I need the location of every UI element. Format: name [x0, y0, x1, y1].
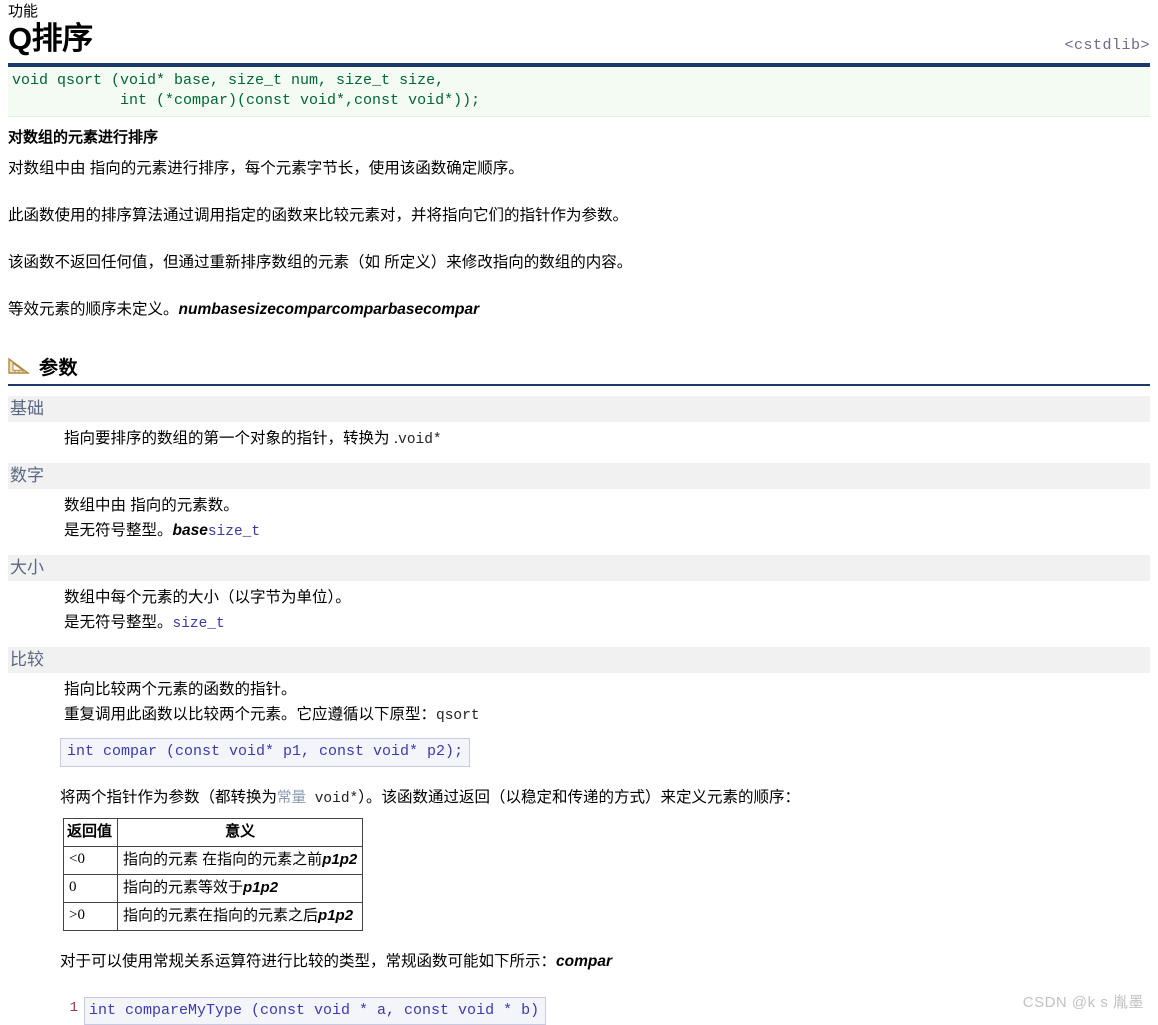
param-name-compar: 比较 — [8, 647, 1150, 673]
param-desc-base-code: void* — [398, 432, 442, 448]
param-desc-num-italic: base — [172, 522, 208, 539]
breadcrumb-kicker: 功能 — [8, 3, 39, 20]
compar-prototype-code: int compar (const void* p1, const void* … — [60, 738, 471, 767]
title-row: Q排序 <cstdlib> — [8, 22, 1150, 58]
parameters-section-header: 参数 — [8, 352, 1150, 380]
param-desc-base: 指向要排序的数组的第一个对象的指针，转换为 .void* — [8, 422, 1150, 453]
closing-paragraph-text: 对于可以使用常规关系运算符进行比较的类型，常规函数可能如下所示： — [60, 953, 557, 970]
signature-line-2: int (*compar)(const void*,const void*)); — [12, 92, 481, 109]
header-include-label: <cstdlib> — [1064, 37, 1150, 54]
overview-paragraph-4: 等效元素的顺序未定义。numbasesizecomparcomparbaseco… — [8, 298, 1150, 322]
param-name-num: 数字 — [8, 463, 1150, 489]
table-row: <0 指向的元素 在指向的元素之前p1p2 — [62, 846, 364, 875]
param-desc-size-code: size_t — [172, 616, 225, 632]
param-desc-base-line-1: 指向要排序的数组的第一个对象的指针，转换为 .void* — [64, 426, 1150, 453]
table-cell-meaning: 指向的元素在指向的元素之后p1p2 — [117, 902, 364, 931]
closing-paragraph-italic: compar — [556, 953, 613, 970]
page-title: Q排序 — [8, 21, 93, 56]
param-desc-num-text: 是无符号整型。 — [64, 522, 173, 539]
param-desc-compar-code: qsort — [436, 708, 480, 724]
param-desc-compar-line-1: 指向比较两个元素的函数的指针。 — [64, 681, 297, 698]
param-desc-num-code: size_t — [207, 524, 261, 540]
code-listing-line-number: 1 — [69, 1000, 78, 1016]
signature-line-1: void qsort (void* base, size_t num, size… — [12, 72, 445, 89]
overview-paragraph-4-italic: numbasesizecomparcomparbasecompar — [178, 301, 480, 318]
compar-desc-part2: ）。该函数通过返回（以稳定和传递的方式）来定义元素的顺序： — [358, 789, 800, 806]
overview-paragraph-4-text: 等效元素的顺序未定义。 — [8, 301, 179, 318]
param-desc-base-text: 指向要排序的数组的第一个对象的指针，转换为 . — [64, 430, 399, 447]
table-row: >0 指向的元素在指向的元素之后p1p2 — [62, 902, 364, 931]
overview-paragraph-3: 该函数不返回任何值，但通过重新排序数组的元素（如 所定义）来修改指向的数组的内容… — [8, 254, 633, 271]
table-header-row: 返回值 意义 — [62, 818, 364, 847]
compar-desc-code-voidptr: void* — [306, 791, 359, 807]
return-value-table: 返回值 意义 <0 指向的元素 在指向的元素之前p1p2 0 指向的元素等效于p… — [62, 818, 364, 931]
table-cell-meaning: 指向的元素 在指向的元素之前p1p2 — [117, 846, 364, 875]
parameters-section-divider — [8, 384, 1150, 386]
param-desc-compar: 指向比较两个元素的函数的指针。 重复调用此函数以比较两个元素。它应遵循以下原型：… — [8, 673, 1150, 729]
param-desc-num-line-2: 是无符号整型。basesize_t — [64, 518, 1150, 545]
ruler-triangle-icon — [8, 357, 31, 375]
table-cell-meaning: 指向的元素等效于p1p2 — [117, 874, 364, 903]
compar-description-paragraph: 将两个指针作为参数（都转换为常量 void*）。该函数通过返回（以稳定和传递的方… — [8, 785, 1150, 812]
table-header-meaning: 意义 — [117, 818, 364, 847]
table-cell-meaning-text: 指向的元素在指向的元素之后 — [123, 907, 319, 924]
table-header-return-value: 返回值 — [62, 818, 119, 847]
table-cell-meaning-text: 指向的元素等效于 — [123, 879, 244, 896]
table-cell-return-value: <0 — [62, 846, 119, 875]
param-name-size: 大小 — [8, 555, 1150, 581]
csdn-watermark: CSDN @k s 胤墨 — [1022, 994, 1144, 1011]
overview-paragraph-2: 此函数使用的排序算法通过调用指定的函数来比较元素对，并将指向它们的指针作为参数。 — [8, 207, 629, 224]
param-desc-compar-text: 重复调用此函数以比较两个元素。它应遵循以下原型： — [64, 706, 437, 723]
param-name-base: 基础 — [8, 396, 1150, 422]
table-cell-return-value: >0 — [62, 902, 119, 931]
overview-paragraph-1: 对数组中由 指向的元素进行排序，每个元素字节长，使用该函数确定顺序。 — [8, 160, 524, 177]
table-cell-meaning-italic: p1p2 — [318, 907, 354, 924]
summary-heading: 对数组的元素进行排序 — [8, 129, 159, 146]
param-desc-num: 数组中由 指向的元素数。 是无符号整型。basesize_t — [8, 489, 1150, 545]
table-cell-meaning-italic: p1p2 — [322, 851, 358, 868]
param-desc-num-line-1: 数组中由 指向的元素数。 — [64, 497, 239, 514]
param-desc-size-line-1: 数组中每个元素的大小（以字节为单位）。 — [64, 589, 351, 606]
function-signature-block: void qsort (void* base, size_t num, size… — [8, 67, 1150, 117]
parameters-section-title: 参数 — [39, 357, 79, 379]
param-desc-size: 数组中每个元素的大小（以字节为单位）。 是无符号整型。size_t — [8, 581, 1150, 637]
table-cell-return-value: 0 — [62, 874, 119, 903]
table-cell-meaning-italic: p1p2 — [243, 879, 279, 896]
document-page: 功能 Q排序 <cstdlib> void qsort (void* base,… — [0, 0, 1158, 1025]
compar-desc-part1: 将两个指针作为参数（都转换为 — [60, 789, 278, 806]
table-row: 0 指向的元素等效于p1p2 — [62, 874, 364, 903]
param-desc-compar-line-2: 重复调用此函数以比较两个元素。它应遵循以下原型：qsort — [64, 702, 1150, 729]
parameters-section: 参数 基础 指向要排序的数组的第一个对象的指针，转换为 .void* 数字 数组… — [8, 352, 1150, 1025]
table-cell-meaning-text: 指向的元素 在指向的元素之前 — [123, 851, 323, 868]
compar-desc-keyword-const: 常量 — [277, 791, 307, 807]
param-desc-size-line-2: 是无符号整型。size_t — [64, 610, 1150, 637]
param-desc-size-text: 是无符号整型。 — [64, 614, 173, 631]
closing-paragraph: 对于可以使用常规关系运算符进行比较的类型，常规函数可能如下所示：compar — [8, 949, 1150, 975]
